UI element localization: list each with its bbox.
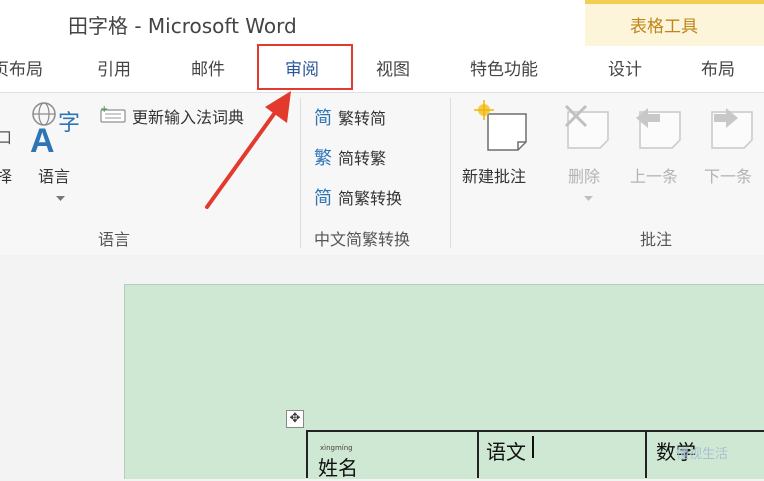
new-comment-icon xyxy=(474,100,527,151)
svg-text:+: + xyxy=(100,104,108,115)
next-comment-button[interactable]: 下一条 xyxy=(704,163,752,187)
partial-button-label-1: 口 xyxy=(0,128,13,147)
tab-layout[interactable]: 布局 xyxy=(701,55,735,80)
previous-comment-button[interactable]: 上一条 xyxy=(630,163,678,187)
delete-comment-icon xyxy=(564,104,609,149)
tab-special-features[interactable]: 特色功能 xyxy=(470,55,538,80)
language-button[interactable]: 语言 xyxy=(38,163,70,187)
svg-text:A: A xyxy=(30,122,55,156)
chinese-conversion-group-label: 中文简繁转换 xyxy=(314,230,411,249)
tab-review[interactable]: 审阅 xyxy=(285,55,319,80)
partial-button-label-2: 择 xyxy=(0,167,13,186)
table-border-top xyxy=(306,430,764,432)
tab-mailings[interactable]: 邮件 xyxy=(191,55,225,80)
convert-icon: 简 xyxy=(314,188,332,209)
tab-view[interactable]: 视图 xyxy=(376,55,410,80)
table-column-divider xyxy=(645,430,647,478)
table-cell-chinese[interactable]: 语文 xyxy=(486,436,526,465)
tab-page-layout[interactable]: 页布局 xyxy=(0,55,43,80)
next-comment-icon xyxy=(711,108,753,149)
chevron-down-icon xyxy=(56,196,65,201)
pinyin-annotation: xìngmíng xyxy=(320,444,353,452)
comments-group-label: 批注 xyxy=(640,230,673,249)
table-cell-name[interactable]: 姓名 xyxy=(318,452,358,481)
convert-label: 简繁转换 xyxy=(338,189,403,208)
delete-comment-button[interactable]: 删除 xyxy=(568,163,600,187)
trad-to-simp-button[interactable]: 简繁转简 xyxy=(314,104,386,130)
table-move-handle-icon[interactable]: ✥ xyxy=(286,410,304,428)
table-tools-title: 表格工具 xyxy=(630,17,698,37)
text-cursor xyxy=(532,436,534,458)
trad-to-simp-icon: 简 xyxy=(314,108,332,129)
simp-to-trad-label: 简转繁 xyxy=(338,149,387,168)
simp-to-trad-icon: 繁 xyxy=(314,148,332,169)
language-icon: A 字 xyxy=(30,102,80,156)
window-title: 田字格 - Microsoft Word xyxy=(68,14,297,38)
svg-text:字: 字 xyxy=(58,111,80,136)
chevron-down-icon xyxy=(584,196,593,201)
tab-references[interactable]: 引用 xyxy=(97,55,131,80)
new-comment-button[interactable]: 新建批注 xyxy=(462,163,526,187)
language-group-label: 语言 xyxy=(98,230,131,249)
previous-comment-icon xyxy=(636,108,681,149)
keyboard-icon: + xyxy=(100,104,126,123)
simp-trad-convert-button[interactable]: 简简繁转换 xyxy=(314,184,402,210)
annotation-arrow-icon xyxy=(205,91,291,209)
tab-design[interactable]: 设计 xyxy=(608,55,642,80)
trad-to-simp-label: 繁转简 xyxy=(338,109,387,128)
watermark-logo: 懂视生活 xyxy=(676,447,729,462)
table-column-divider xyxy=(477,430,479,478)
group-divider xyxy=(450,98,451,248)
table-border-left xyxy=(306,430,308,478)
simp-to-trad-button[interactable]: 繁简转繁 xyxy=(314,144,386,170)
